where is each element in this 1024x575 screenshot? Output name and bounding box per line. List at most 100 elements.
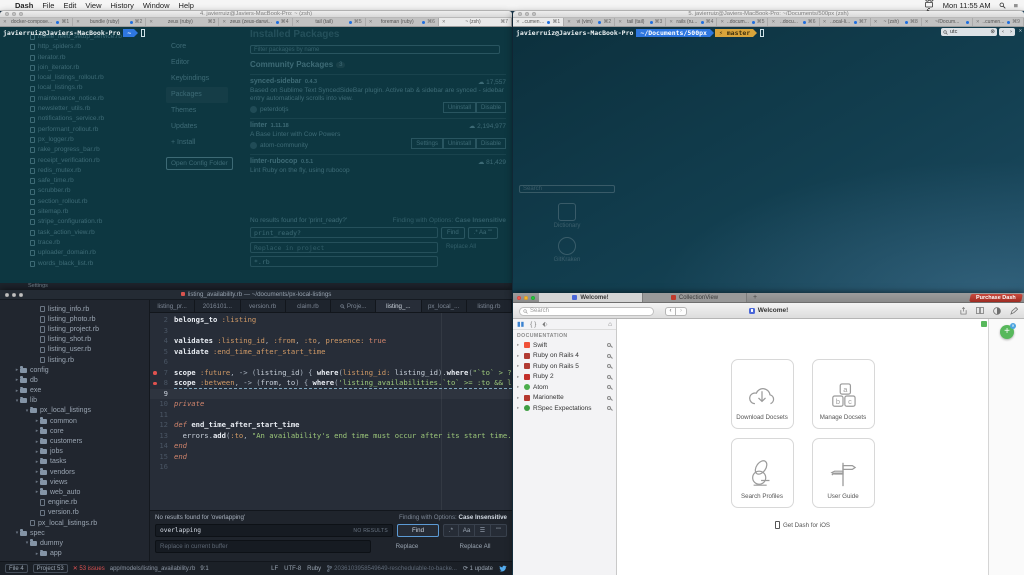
tree-item[interactable]: listing.rb: [0, 355, 149, 365]
left-terminal-content[interactable]: home_feed_setup_service.rb http_spiders.r…: [0, 27, 512, 283]
menu-item-edit[interactable]: Edit: [63, 1, 76, 10]
menu-item-file[interactable]: File: [42, 1, 54, 10]
docset-item[interactable]: ▸ Ruby on Rails 5: [513, 361, 616, 372]
search-prev-next[interactable]: ‹ ›: [999, 28, 1015, 36]
replace-button[interactable]: Replace: [375, 543, 439, 550]
terminal-tab[interactable]: ✕ docker-compose... ⌘1: [0, 18, 74, 26]
close-tab-icon[interactable]: ✕: [76, 19, 80, 25]
terminal-tab[interactable]: ✕ ..ocal-li... ⌘7: [819, 18, 871, 26]
search-docset-icon[interactable]: [607, 406, 611, 411]
close-tab-icon[interactable]: ✕: [823, 19, 827, 25]
editor-tab[interactable]: listing_...: [376, 300, 422, 312]
tree-item[interactable]: ▸ common: [0, 416, 149, 426]
disclosure-icon[interactable]: ▸: [517, 353, 521, 359]
project-issues-chip[interactable]: Project 53: [32, 564, 68, 573]
clear-search-icon[interactable]: ⊗: [990, 29, 995, 35]
home-icon[interactable]: ⌂: [608, 321, 612, 328]
docset-item[interactable]: ▸ Atom: [513, 382, 616, 393]
tree-item[interactable]: ▸ exe: [0, 386, 149, 396]
whole-word-toggle[interactable]: "": [491, 524, 507, 537]
menu-item-window[interactable]: Window: [143, 1, 170, 10]
terminal-tab[interactable]: ✕ tail (tail) ⌘3: [615, 18, 667, 26]
terminal-tab[interactable]: ✕ zeus (zeus-darwi... ⌘4: [219, 18, 293, 26]
close-tab-icon[interactable]: ✕: [516, 19, 520, 25]
terminal-tab[interactable]: ✕ vi (vim) ⌘2: [564, 18, 616, 26]
docset-item[interactable]: ▸ Swift: [513, 340, 616, 351]
editor-tab[interactable]: px_local_...: [421, 300, 467, 312]
tree-item[interactable]: ▸ web_auto: [0, 487, 149, 497]
display-icon[interactable]: [924, 1, 935, 9]
replace-input[interactable]: Replace in current buffer: [160, 543, 228, 550]
terminal-tab[interactable]: ✕..cuments/... ⌘1: [513, 18, 565, 26]
tags-icon[interactable]: ⬖: [542, 320, 547, 328]
terminal-tab[interactable]: ✕ rails (ru... ⌘4: [666, 18, 718, 26]
dash-tab-collectionview[interactable]: CollectionView: [643, 293, 747, 302]
replace-all-button[interactable]: Replace All: [443, 543, 507, 550]
search-docset-icon[interactable]: [607, 353, 611, 358]
terminal-tab[interactable]: ✕ ..docum... ⌘5: [717, 18, 769, 26]
disclosure-icon[interactable]: ▸: [517, 384, 521, 390]
cursor-position[interactable]: 9:1: [200, 566, 208, 572]
git-branch[interactable]: 2036103958549649-reschedulable-to-backe.…: [327, 565, 457, 572]
tree-item[interactable]: engine.rb: [0, 498, 149, 508]
terminal-tab[interactable]: ✕ foreman (ruby) ⌘6: [365, 18, 439, 26]
close-tab-icon[interactable]: ✕: [567, 19, 571, 25]
editor-tab[interactable]: listing_pr...: [150, 300, 196, 312]
tree-item[interactable]: listing_project.rb: [0, 324, 149, 334]
card-manage-docsets[interactable]: a b c Manage Docsets: [811, 359, 875, 429]
tree-item[interactable]: ▾ spec: [0, 528, 149, 538]
tree-item[interactable]: version.rb: [0, 508, 149, 518]
terminal-tab[interactable]: ✕ ~ (zsh) ⌘8: [870, 18, 922, 26]
editor-tab[interactable]: listing.rb: [466, 300, 512, 312]
docset-item[interactable]: ▸ Ruby 2: [513, 372, 616, 383]
docset-item[interactable]: ▸ Marionette: [513, 393, 616, 404]
tree-item[interactable]: ▾ px_local_listings: [0, 406, 149, 416]
disclosure-icon[interactable]: ▸: [517, 374, 521, 380]
card-user-guide[interactable]: User Guide: [811, 438, 875, 508]
tree-item[interactable]: ▸ tasks: [0, 457, 149, 467]
find-button[interactable]: Find: [397, 524, 439, 537]
tree-item[interactable]: ▸ views: [0, 477, 149, 487]
notification-center-icon[interactable]: ≡: [1014, 1, 1018, 10]
tree-item[interactable]: ▸ config: [0, 365, 149, 375]
issues-count[interactable]: ✕ 53 issues: [73, 565, 105, 572]
encoding[interactable]: UTF-8: [284, 566, 301, 572]
right-terminal-content[interactable]: Search Dictionary GitKraken javierruiz@J…: [513, 27, 1024, 293]
dash-tab-welcome[interactable]: Welcome!: [539, 293, 643, 302]
tree-item[interactable]: listing_photo.rb: [0, 314, 149, 324]
disclosure-icon[interactable]: ▸: [517, 395, 521, 401]
close-tab-icon[interactable]: ✕: [669, 19, 673, 25]
tree-item[interactable]: ▸ jobs: [0, 447, 149, 457]
tree-item[interactable]: ▸ db: [0, 375, 149, 385]
line-ending[interactable]: LF: [271, 566, 278, 572]
annotate-icon[interactable]: [1010, 306, 1018, 315]
docset-item[interactable]: ▸ RSpec Expectations: [513, 403, 616, 414]
editor-tab[interactable]: 2016101...: [195, 300, 241, 312]
close-tab-icon[interactable]: ✕: [222, 19, 226, 25]
menu-app-name[interactable]: Dash: [15, 1, 33, 10]
right-terminal-titlebar[interactable]: 5. javierruiz@Javiers-MacBook-Pro: ~/Doc…: [513, 11, 1024, 18]
terminal-tab[interactable]: ✕ ..cumen... ⌘9: [972, 18, 1024, 26]
case-toggle[interactable]: Aa: [459, 524, 475, 537]
purchase-dash-banner[interactable]: Purchase Dash: [969, 293, 1023, 302]
selection-toggle[interactable]: ☰: [475, 524, 491, 537]
file-issues-chip[interactable]: File 4: [5, 564, 28, 573]
tree-item[interactable]: px_local_listings.rb: [0, 518, 149, 528]
window-controls[interactable]: [517, 295, 535, 300]
close-tab-icon[interactable]: ✕: [149, 19, 153, 25]
disclosure-icon[interactable]: ▸: [517, 405, 521, 411]
terminal-tab[interactable]: ✕ ~/Docum...: [921, 18, 973, 26]
tree-item[interactable]: ▸ vendors: [0, 467, 149, 477]
get-dash-ios-link[interactable]: Get Dash for iOS: [617, 521, 988, 529]
updates-indicator[interactable]: ⟳ 1 update: [463, 565, 493, 572]
search-docset-icon[interactable]: [607, 343, 611, 348]
tree-item[interactable]: ▸ customers: [0, 436, 149, 446]
close-tab-icon[interactable]: ✕: [369, 19, 373, 25]
close-tab-icon[interactable]: ✕: [720, 19, 724, 25]
atom-titlebar[interactable]: listing_availability.rb — ~/documents/px…: [0, 290, 512, 300]
docset-item[interactable]: ▸ Ruby on Rails 4: [513, 351, 616, 362]
terminal-tab[interactable]: ✕ ~ (zsh) ⌘7: [438, 18, 512, 26]
editor-tab[interactable]: Proje...: [331, 300, 377, 312]
editor-tab[interactable]: claim.rb: [285, 300, 331, 312]
search-docset-icon[interactable]: [607, 374, 611, 379]
